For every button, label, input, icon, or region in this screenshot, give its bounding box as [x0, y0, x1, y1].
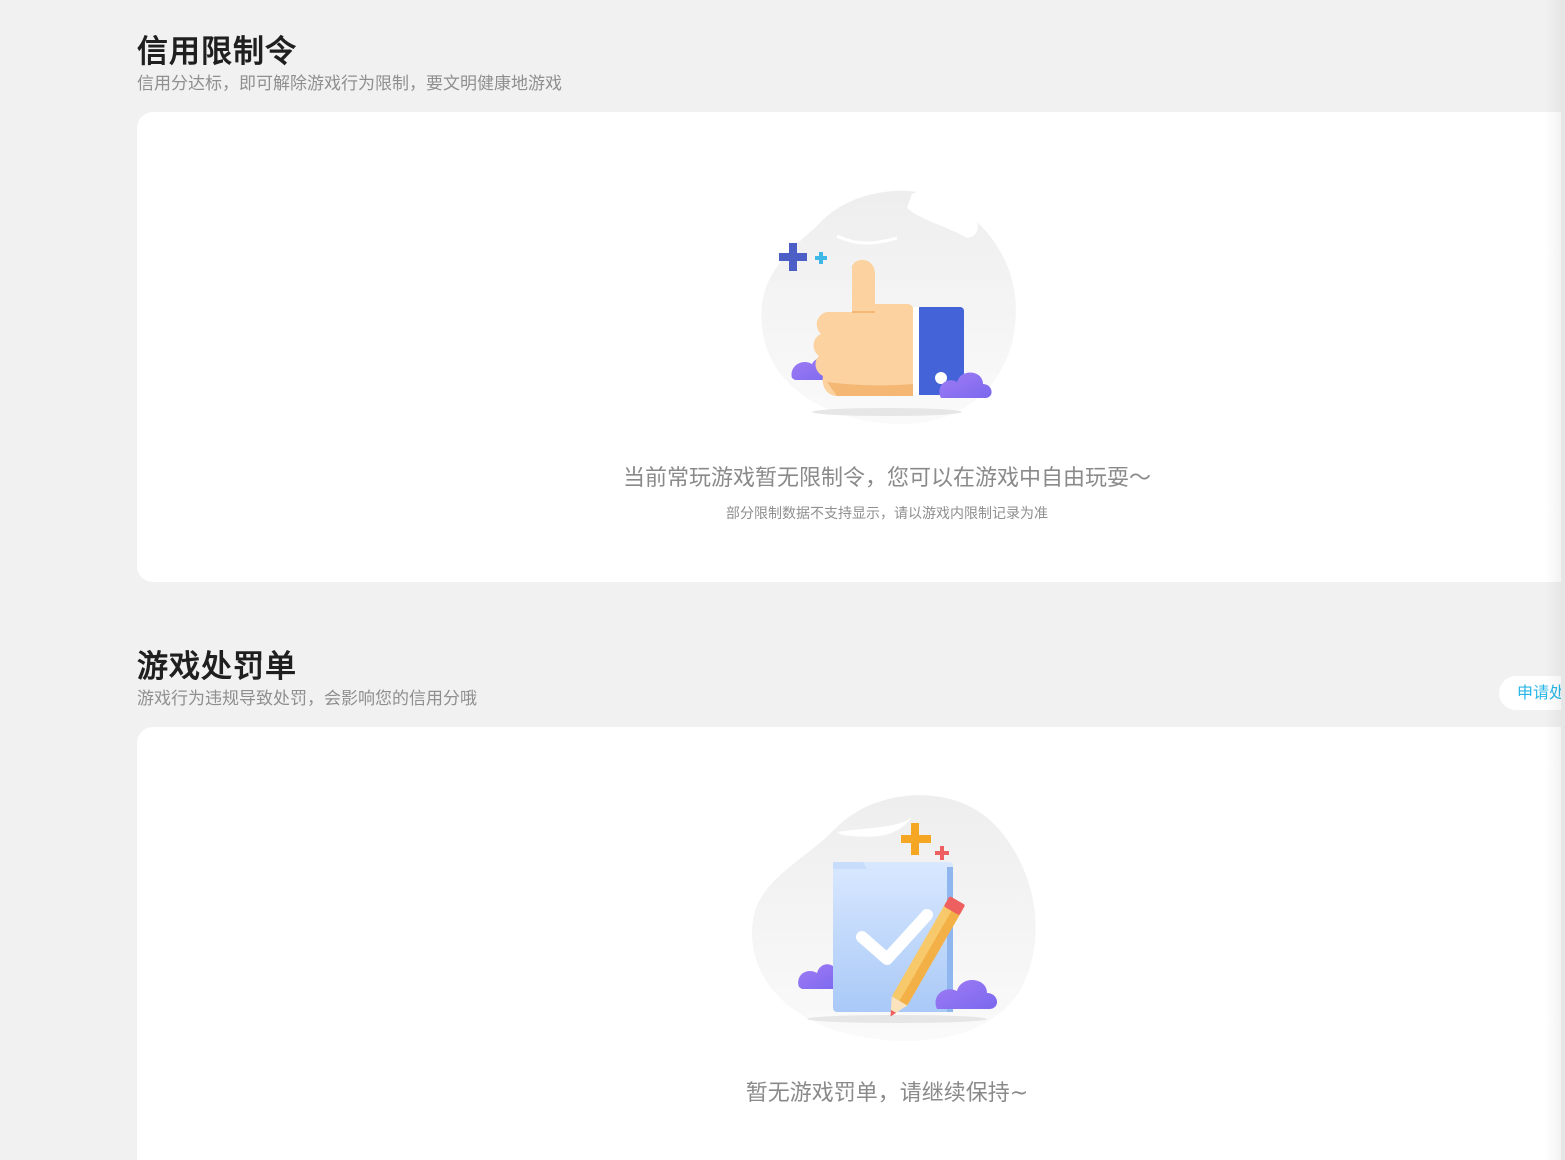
credit-page: 信用限制令 信用分达标，即可解除游戏行为限制，要文明健康地游戏 当前常玩游戏暂无… [0, 0, 1565, 1160]
penalty-card: 暂无游戏罚单，请继续保持~ [137, 727, 1565, 1160]
penalty-title: 游戏处罚单 [137, 649, 297, 685]
penalty-empty-text: 暂无游戏罚单，请继续保持~ [745, 1081, 1029, 1106]
restriction-note: 部分限制数据不支持显示，请以游戏内限制记录为准 [726, 506, 1048, 522]
document-check-pencil-illustration-icon [752, 795, 1036, 1042]
thumbs-up-illustration-icon [761, 188, 1016, 425]
restriction-title: 信用限制令 [137, 34, 297, 70]
penalty-subtitle: 游戏行为违规导致处罚，会影响您的信用分哦 [137, 689, 477, 709]
restriction-card: 当前常玩游戏暂无限制令，您可以在游戏中自由玩耍～ 部分限制数据不支持显示，请以游… [137, 112, 1565, 582]
right-panel-edge [1561, 0, 1565, 1160]
restriction-empty-text: 当前常玩游戏暂无限制令，您可以在游戏中自由玩耍～ [622, 466, 1151, 491]
restriction-subtitle: 信用分达标，即可解除游戏行为限制，要文明健康地游戏 [137, 74, 562, 94]
